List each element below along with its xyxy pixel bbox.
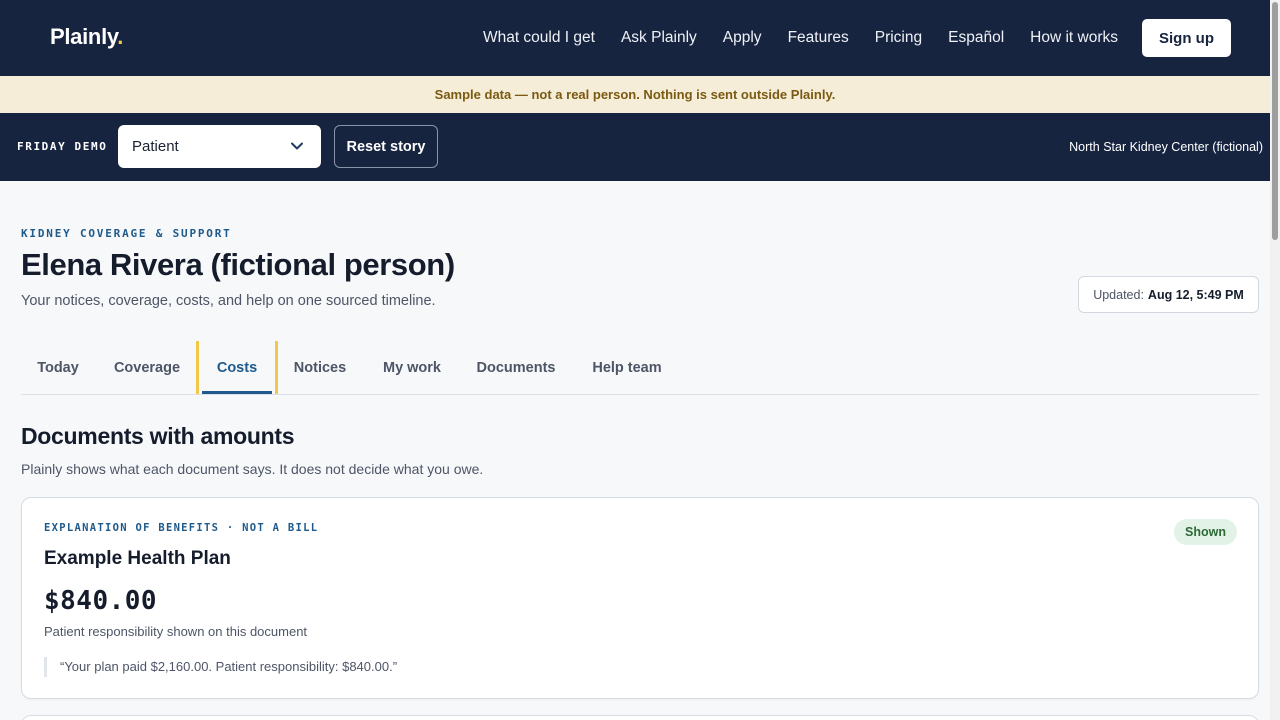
- nav-link-ask-plainly[interactable]: Ask Plainly: [621, 29, 697, 47]
- reset-story-button[interactable]: Reset story: [334, 125, 438, 168]
- document-quote: “Your plan paid $2,160.00. Patient respo…: [44, 657, 397, 677]
- section-subtitle: Plainly shows what each document says. I…: [21, 461, 484, 477]
- tab-costs[interactable]: Costs: [196, 341, 278, 394]
- tab-notices[interactable]: Notices: [287, 341, 353, 394]
- nav-link-how-it-works[interactable]: How it works: [1030, 29, 1118, 47]
- status-badge: Shown: [1174, 519, 1237, 545]
- updated-label: Updated:: [1093, 287, 1144, 302]
- tab-today[interactable]: Today: [21, 341, 95, 394]
- role-select[interactable]: Patient: [118, 125, 321, 168]
- tab-help-team[interactable]: Help team: [584, 341, 670, 394]
- page-scrollbar[interactable]: [1270, 0, 1280, 720]
- brand-name: Plainly: [50, 24, 118, 49]
- sample-data-banner: Sample data — not a real person. Nothing…: [0, 76, 1270, 113]
- brand-logo[interactable]: Plainly.: [50, 24, 123, 50]
- demo-bar: FRIDAY DEMO Patient Reset story North St…: [0, 113, 1270, 181]
- document-card-next[interactable]: [21, 715, 1259, 720]
- nav-links: What could I get Ask Plainly Apply Featu…: [457, 0, 1118, 76]
- page-eyebrow: KIDNEY COVERAGE & SUPPORT: [21, 227, 232, 240]
- brand-dot: .: [117, 24, 123, 49]
- document-amount: $840.00: [44, 586, 158, 616]
- scrollbar-thumb[interactable]: [1272, 2, 1278, 240]
- chevron-down-icon: [291, 142, 303, 150]
- demo-label: FRIDAY DEMO: [17, 140, 108, 153]
- updated-timestamp: Updated: Aug 12, 5:49 PM: [1078, 276, 1259, 313]
- top-nav: Plainly. What could I get Ask Plainly Ap…: [0, 0, 1270, 76]
- nav-link-what-could-i-get[interactable]: What could I get: [483, 29, 595, 47]
- tab-my-work[interactable]: My work: [375, 341, 449, 394]
- document-source: Example Health Plan: [44, 548, 231, 569]
- amount-note: Patient responsibility shown on this doc…: [44, 624, 308, 639]
- role-select-value: Patient: [132, 138, 179, 155]
- page-title: Elena Rivera (fictional person): [21, 247, 455, 282]
- document-card[interactable]: EXPLANATION OF BENEFITS · NOT A BILL Exa…: [21, 497, 1259, 699]
- banner-text: Sample data — not a real person. Nothing…: [434, 87, 836, 102]
- signup-button[interactable]: Sign up: [1142, 19, 1231, 57]
- document-type: EXPLANATION OF BENEFITS · NOT A BILL: [44, 522, 319, 534]
- nav-link-apply[interactable]: Apply: [723, 29, 762, 47]
- nav-link-features[interactable]: Features: [788, 29, 849, 47]
- nav-link-pricing[interactable]: Pricing: [875, 29, 922, 47]
- section-title: Documents with amounts: [21, 423, 295, 449]
- tab-documents[interactable]: Documents: [470, 341, 562, 394]
- care-center-name: North Star Kidney Center (fictional): [1069, 140, 1263, 154]
- section-tabs: Today Coverage Costs Notices My work Doc…: [21, 341, 1259, 395]
- nav-link-espanol[interactable]: Español: [948, 29, 1004, 47]
- tab-coverage[interactable]: Coverage: [105, 341, 189, 394]
- updated-value: Aug 12, 5:49 PM: [1147, 287, 1244, 302]
- page-subtitle: Your notices, coverage, costs, and help …: [21, 293, 436, 309]
